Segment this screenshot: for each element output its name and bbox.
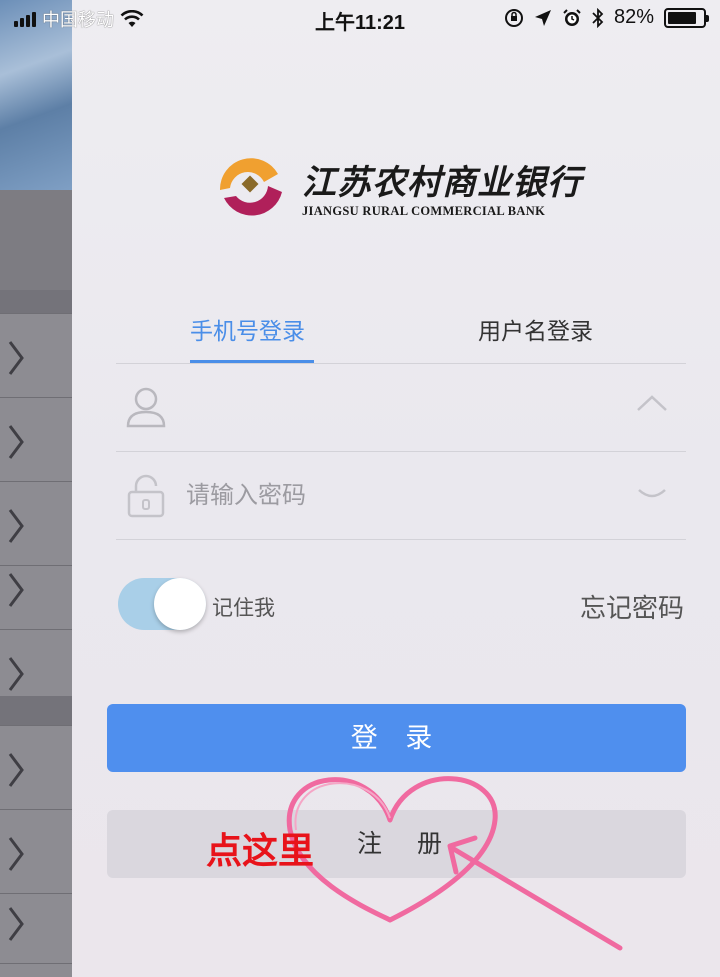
tab-username-login[interactable]: 用户名登录 (478, 312, 593, 346)
password-input[interactable] (186, 472, 606, 518)
chevron-up-icon[interactable] (636, 394, 668, 412)
background-list-item (0, 314, 72, 398)
battery-percentage: 82% (613, 6, 654, 28)
alarm-icon (563, 8, 581, 26)
bank-logo: 江苏农村商业银行 JIANGSU RURAL COMMERCIAL BANK (216, 152, 582, 222)
location-icon (534, 9, 551, 26)
user-icon (126, 387, 166, 428)
phone-input[interactable] (186, 384, 606, 430)
battery-icon (664, 7, 709, 28)
remember-me-label: 记住我 (212, 596, 275, 620)
lock-icon (127, 474, 165, 518)
background-list-item (0, 546, 72, 630)
username-field (116, 364, 686, 452)
toggle-knob (154, 578, 206, 630)
tab-phone-login[interactable]: 手机号登录 (190, 312, 305, 346)
eye-closed-icon[interactable] (636, 486, 668, 504)
bank-name-english: JIANGSU RURAL COMMERCIAL BANK (302, 204, 546, 218)
background-list-item (0, 726, 72, 810)
password-field (116, 452, 686, 540)
bank-name-chinese: 江苏农村商业银行 (302, 163, 582, 203)
bluetooth-icon (592, 7, 604, 28)
bank-logo-emblem (219, 158, 282, 216)
background-app (0, 0, 72, 977)
background-list-item (0, 398, 72, 482)
remember-me-toggle[interactable] (118, 578, 206, 630)
background-list-item (0, 880, 72, 964)
heart-annotation (286, 776, 623, 951)
forgot-password-link[interactable]: 忘记密码 (580, 588, 684, 625)
annotation-click-here: 点这里 (206, 831, 315, 872)
status-bar: 中国移动 上午11:21 82% (0, 0, 720, 36)
orientation-lock-icon (504, 8, 523, 27)
